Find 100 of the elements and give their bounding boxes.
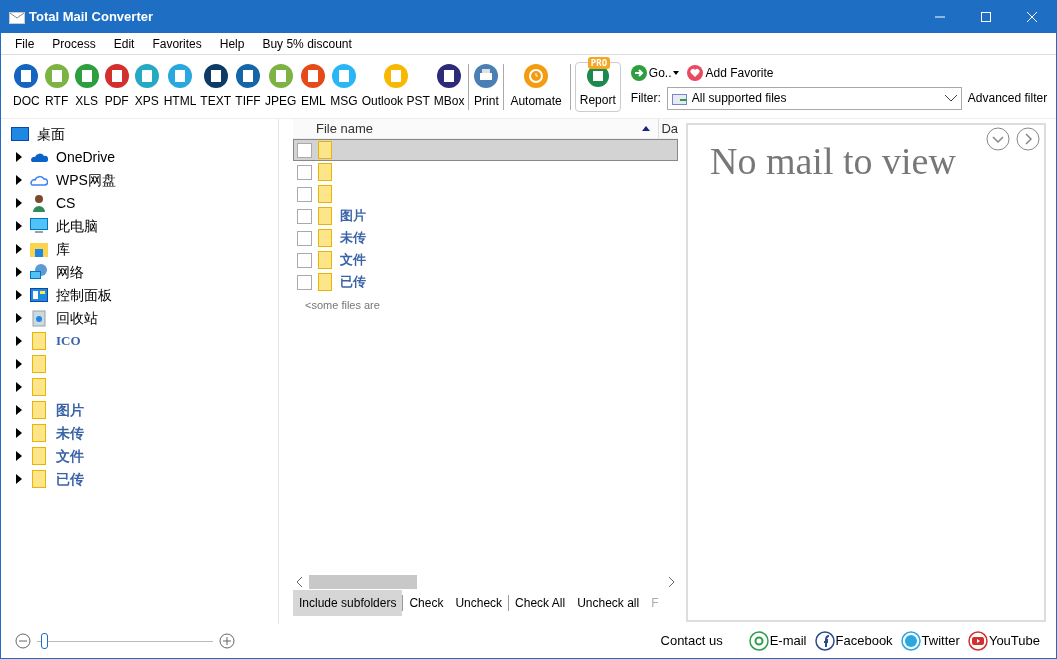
social-link[interactable]: Facebook	[814, 631, 893, 651]
computer-icon	[30, 218, 48, 234]
print-button[interactable]: Print	[471, 63, 502, 110]
checkbox[interactable]	[297, 142, 312, 158]
expand-arrow-icon[interactable]	[16, 359, 22, 369]
tree-item[interactable]: WPS网盘	[56, 169, 116, 191]
folder-icon	[318, 229, 332, 247]
format-button[interactable]: RTF	[41, 63, 72, 110]
tree-item[interactable]: 回收站	[56, 307, 98, 329]
slider-thumb[interactable]	[40, 633, 48, 649]
expand-arrow-icon[interactable]	[16, 244, 22, 254]
menu-item[interactable]: Process	[52, 34, 96, 53]
list-action-button[interactable]: Include subfolders	[293, 590, 403, 616]
tree-item[interactable]: 文件	[56, 445, 84, 467]
format-button[interactable]: HTML	[161, 63, 199, 110]
format-button[interactable]: XLS	[71, 63, 102, 110]
checkbox[interactable]	[297, 230, 312, 246]
expand-arrow-icon[interactable]	[16, 405, 22, 415]
list-action-button[interactable]: Check All	[509, 590, 572, 616]
file-row[interactable]	[293, 139, 678, 161]
list-action-button[interactable]: Uncheck	[449, 590, 509, 616]
tree-item[interactable]: 库	[56, 238, 70, 260]
printer-icon	[473, 63, 500, 89]
menu-item[interactable]: Help	[219, 34, 245, 53]
format-button[interactable]: DOC	[11, 63, 42, 110]
format-button[interactable]: EML	[298, 63, 329, 110]
sort-arrow-icon	[642, 126, 651, 131]
folder-icon	[32, 378, 46, 396]
expand-arrow-icon[interactable]	[16, 290, 22, 300]
chevron-down-circle-icon[interactable]	[986, 127, 1010, 151]
tree-item[interactable]: 网络	[56, 261, 84, 283]
expand-arrow-icon[interactable]	[16, 428, 22, 438]
tree-item[interactable]: 此电脑	[56, 215, 98, 237]
chevron-right-circle-icon[interactable]	[1016, 127, 1040, 151]
tree-item[interactable]: ICO	[56, 331, 81, 351]
file-name: 图片	[340, 207, 366, 226]
maximize-icon[interactable]	[980, 11, 992, 23]
automate-button[interactable]: Automate	[506, 63, 566, 110]
advanced-filter-button[interactable]: Advanced filter	[967, 89, 1048, 107]
checkbox[interactable]	[297, 208, 312, 224]
recycle-bin-icon	[32, 309, 46, 327]
social-link[interactable]: E-mail	[748, 631, 807, 651]
checkbox[interactable]	[297, 252, 312, 268]
menu-item[interactable]: Buy 5% discount	[262, 34, 352, 53]
expand-arrow-icon[interactable]	[16, 198, 22, 208]
social-link[interactable]: YouTube	[967, 631, 1040, 651]
format-button[interactable]: TIFF	[233, 63, 263, 110]
file-name: 文件	[340, 251, 366, 270]
zoom-out-icon[interactable]	[15, 633, 31, 649]
folder-icon	[318, 185, 332, 203]
zoom-slider[interactable]	[37, 633, 213, 649]
chevron-down-icon	[944, 94, 957, 102]
mail-icon	[671, 91, 688, 105]
expand-arrow-icon[interactable]	[16, 336, 22, 346]
filter-dropdown[interactable]: All supported files	[666, 86, 962, 110]
checkbox[interactable]	[297, 164, 312, 180]
zoom-in-icon[interactable]	[219, 633, 235, 649]
list-action-button[interactable]: Uncheck all	[571, 590, 646, 616]
tree-item[interactable]: 桌面	[37, 123, 65, 145]
close-icon[interactable]	[1026, 11, 1038, 23]
format-button[interactable]: MBox	[431, 63, 467, 110]
tree-item[interactable]: OneDrive	[56, 146, 116, 168]
format-button[interactable]: XPS	[131, 63, 162, 110]
menu-item[interactable]: Edit	[113, 34, 135, 53]
expand-arrow-icon[interactable]	[16, 474, 22, 484]
file-row[interactable]: 文件	[293, 249, 678, 271]
expand-arrow-icon[interactable]	[16, 382, 22, 392]
file-row[interactable]: 未传	[293, 227, 678, 249]
column-header[interactable]: File name	[293, 118, 643, 139]
format-button[interactable]: PDF	[101, 63, 132, 110]
checkbox[interactable]	[297, 274, 312, 290]
column-header[interactable]: Da	[658, 118, 678, 139]
list-action-button[interactable]: Check	[403, 590, 450, 616]
tree-item[interactable]: 已传	[56, 468, 84, 490]
tree-item[interactable]: CS	[56, 192, 76, 214]
format-button[interactable]: MSG	[328, 63, 360, 110]
checkbox[interactable]	[297, 186, 312, 202]
format-button[interactable]: Outlook PST	[359, 63, 432, 110]
envelope-icon	[9, 10, 25, 24]
expand-arrow-icon[interactable]	[16, 175, 22, 185]
format-button[interactable]: TEXT	[198, 63, 233, 110]
format-button[interactable]: JPEG	[263, 63, 299, 110]
add-favorite-button[interactable]: Add Favorite	[687, 63, 774, 82]
expand-arrow-icon[interactable]	[16, 152, 22, 162]
file-row[interactable]: 图片	[293, 205, 678, 227]
file-name: 未传	[340, 229, 366, 248]
expand-arrow-icon[interactable]	[16, 313, 22, 323]
go-button[interactable]: Go..	[630, 63, 680, 82]
expand-arrow-icon[interactable]	[16, 451, 22, 461]
expand-arrow-icon[interactable]	[16, 267, 22, 277]
menu-item[interactable]: File	[15, 34, 35, 53]
social-link[interactable]: Twitter	[900, 631, 960, 651]
expand-arrow-icon[interactable]	[16, 221, 22, 231]
chevron-left-icon	[297, 577, 303, 587]
file-row[interactable]: 已传	[293, 271, 678, 293]
tree-item[interactable]: 图片	[56, 399, 84, 421]
tree-item[interactable]: 未传	[56, 422, 84, 444]
tree-item[interactable]: 控制面板	[56, 284, 112, 306]
menu-item[interactable]: Favorites	[152, 34, 202, 53]
filter-label: Filter:	[630, 90, 661, 107]
